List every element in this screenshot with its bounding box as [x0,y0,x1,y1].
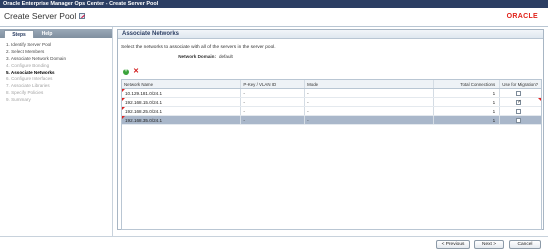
tab-help[interactable]: Help [36,30,58,38]
migration-checkbox[interactable] [516,118,522,123]
table-toolbar: + ✕ [123,68,139,76]
column-total-connections[interactable]: Total Connections [434,80,501,88]
table-row[interactable]: 192.168.15.0/24.1 - - 1 ✓ [122,98,541,107]
network-name: 192.168.35.0/24.1 [125,118,163,123]
column-mode[interactable]: Mode [305,80,434,88]
column-use-for-migration[interactable]: Use for Migration? [500,80,541,88]
table-row-selected[interactable]: 192.168.35.0/24.1 - - 1 [122,116,541,125]
network-domain-row: Network Domain: default [119,54,239,59]
table-row[interactable]: 10.129.181.0/24.1 - - 1 [122,89,541,98]
migration-checkbox[interactable] [516,109,522,114]
step-associate-libraries: 7. Associate Libraries [6,83,50,89]
cancel-button[interactable]: Cancel [509,240,541,249]
step-identify-server-pool[interactable]: 1. Identify Server Pool [6,42,66,49]
network-name: 10.129.181.0/24.1 [125,91,163,96]
connections-value: 1 [492,100,496,105]
connections-value: 1 [434,89,501,97]
mode-value[interactable]: - [305,98,434,106]
plus-circle-icon[interactable]: + [123,68,129,75]
mode-value[interactable]: - [305,89,434,97]
required-marker [122,89,125,92]
table-row[interactable]: 192.168.25.0/24.1 - - 1 [122,107,541,116]
step-select-members[interactable]: 2. Select Members [6,49,66,56]
step-summary: 9. Summary [6,97,31,103]
required-marker [122,98,125,101]
step-associate-network-domain[interactable]: 3. Associate Network Domain [6,56,66,63]
steps-list: 1. Identify Server Pool 2. Select Member… [6,42,66,104]
sidebar-tabs: Steps Help [0,29,112,38]
wizard-footer: < Previous Next > Cancel [0,236,548,250]
network-domain-value: default [219,54,233,59]
step-associate-networks[interactable]: 5. Associate Networks [6,70,66,77]
wizard-header: Create Server Pool ORACLE [0,8,548,26]
pkey-value: - [241,116,306,124]
window-title: Oracle Enterprise Manager Ops Center - C… [3,1,159,7]
step-configure-interfaces: 6. Configure Interfaces [6,76,53,82]
connections-value: 1 [434,107,501,115]
step-configure-bonding: 4. Configure Bonding [6,62,50,68]
network-name: 192.168.15.0/24.1 [125,100,163,105]
migration-checkbox[interactable] [516,91,522,96]
column-pkey-vlan[interactable]: P-Key / VLAN ID [241,80,306,88]
sidebar-splitter[interactable] [112,27,113,237]
window-title-bar: Oracle Enterprise Manager Ops Center - C… [0,0,548,8]
panel-instruction: Select the networks to associate with al… [121,45,276,50]
network-domain-label: Network Domain: [178,54,216,59]
network-name: 192.168.25.0/24.1 [125,109,163,114]
pkey-value: - [241,107,306,115]
pkey-value: - [241,98,306,106]
wizard-title-text: Create Server Pool [4,11,77,21]
mode-value[interactable]: - [305,107,434,115]
pencil-edit-icon[interactable] [79,13,86,19]
steps-sidebar: Steps Help 1. Identify Server Pool 2. Se… [0,27,112,237]
oracle-logo: ORACLE [506,13,538,20]
required-marker [122,107,125,110]
wizard-title: Create Server Pool [4,11,86,21]
networks-table: Network Name P-Key / VLAN ID Mode Total … [121,79,542,230]
x-delete-icon[interactable]: ✕ [133,68,139,75]
next-button[interactable]: Next > [474,240,504,249]
connections-value: 1 [434,116,501,124]
associate-networks-panel: Associate Networks Select the networks t… [117,29,544,230]
migration-checkbox[interactable]: ✓ [516,100,521,105]
tab-steps[interactable]: Steps [4,30,34,38]
table-empty-area [122,125,541,229]
panel-title: Associate Networks [118,30,543,39]
table-header: Network Name P-Key / VLAN ID Mode Total … [122,80,541,89]
pkey-value: - [241,89,306,97]
mode-value[interactable]: - [305,116,434,124]
previous-button[interactable]: < Previous [436,240,470,249]
step-specify-policies: 8. Specify Policies [6,90,44,96]
required-marker [122,116,125,119]
column-network-name[interactable]: Network Name [122,80,242,88]
